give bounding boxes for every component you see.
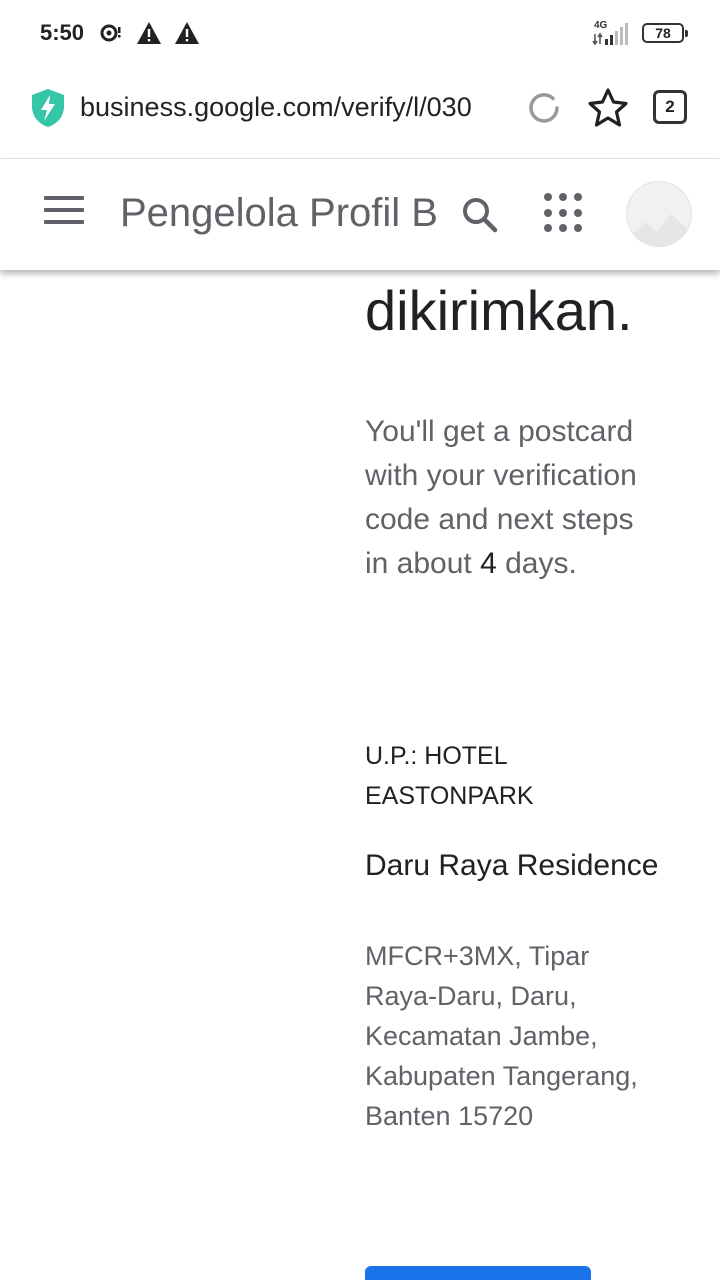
- primary-button[interactable]: [365, 1266, 591, 1280]
- recipient-label: U.P.: HOTEL EASTONPARK: [365, 742, 534, 810]
- warning-icon: [136, 20, 162, 46]
- tabs-icon[interactable]: 2: [653, 90, 687, 124]
- app-header: Pengelola Profil Bisnis: [0, 159, 720, 270]
- apps-grid-icon[interactable]: [544, 193, 584, 233]
- browser-url-bar: business.google.com/verify/l/030 2: [0, 70, 720, 159]
- status-bar: 5:50 4G 78: [0, 0, 720, 70]
- tab-count: 2: [665, 97, 675, 116]
- description-days: 4: [480, 547, 497, 580]
- data-saver-icon: [98, 20, 124, 46]
- reload-icon[interactable]: [524, 88, 564, 128]
- bookmark-star-icon[interactable]: [586, 86, 630, 130]
- status-system-icons: 4G 78: [592, 20, 688, 46]
- search-icon[interactable]: [458, 193, 502, 237]
- description-suffix: days.: [496, 547, 577, 580]
- status-time: 5:50: [40, 20, 85, 45]
- menu-icon[interactable]: [44, 196, 84, 230]
- business-name: Daru Raya Residence: [365, 849, 659, 882]
- battery-icon: 78: [642, 23, 688, 43]
- warning-icon: [174, 20, 200, 46]
- secure-shield-icon[interactable]: [30, 88, 66, 128]
- page-heading: dikirimkan.: [365, 279, 633, 342]
- main-content: dikirimkan. You'll get a postcard with y…: [0, 270, 720, 1280]
- business-address: MFCR+3MX, Tipar Raya-Daru, Daru, Kecamat…: [365, 941, 638, 1131]
- verification-description: You'll get a postcard with your verifica…: [365, 410, 665, 586]
- battery-level: 78: [655, 25, 671, 41]
- app-title: Pengelola Profil Bisnis: [120, 191, 438, 235]
- url-field[interactable]: business.google.com/verify/l/030: [80, 92, 500, 123]
- avatar[interactable]: [626, 181, 692, 247]
- status-notification-icons: [98, 20, 200, 46]
- signal-icon: 4G: [592, 20, 632, 46]
